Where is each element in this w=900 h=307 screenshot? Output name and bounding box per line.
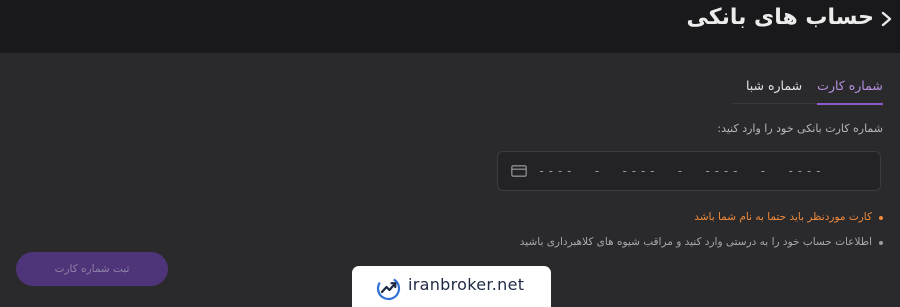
note-text: اطلاعات حساب خود را به درستی وارد کنید و… xyxy=(519,236,872,248)
note-text: کارت موردنظر باید حتما به نام شما باشد xyxy=(694,211,872,223)
tab-card-number[interactable]: شماره کارت xyxy=(817,70,883,105)
trend-up-icon xyxy=(376,276,401,301)
card-number-value: ---- - ---- - ---- - ---- xyxy=(538,164,824,178)
chevron-right-icon[interactable] xyxy=(878,9,896,29)
card-number-instruction: شماره کارت بانکی خود را وارد کنید: xyxy=(717,122,883,135)
bullet-icon xyxy=(879,241,883,245)
watermark-text: iranbroker.net xyxy=(408,275,525,294)
tab-bar: شماره کارت شماره شبا xyxy=(733,70,883,105)
submit-card-button[interactable]: ثبت شماره کارت xyxy=(16,252,168,286)
bullet-icon xyxy=(879,216,883,220)
credit-card-icon xyxy=(511,165,527,177)
card-number-input[interactable]: ---- - ---- - ---- - ---- xyxy=(497,151,881,191)
note-item: کارت موردنظر باید حتما به نام شما باشد xyxy=(694,211,883,223)
page-title: حساب های بانکی xyxy=(686,5,874,30)
tab-sheba-number[interactable]: شماره شبا xyxy=(741,70,807,103)
page-header: حساب های بانکی xyxy=(0,0,900,53)
watermark: iranbroker.net xyxy=(352,266,551,307)
note-item: اطلاعات حساب خود را به درستی وارد کنید و… xyxy=(519,236,883,248)
